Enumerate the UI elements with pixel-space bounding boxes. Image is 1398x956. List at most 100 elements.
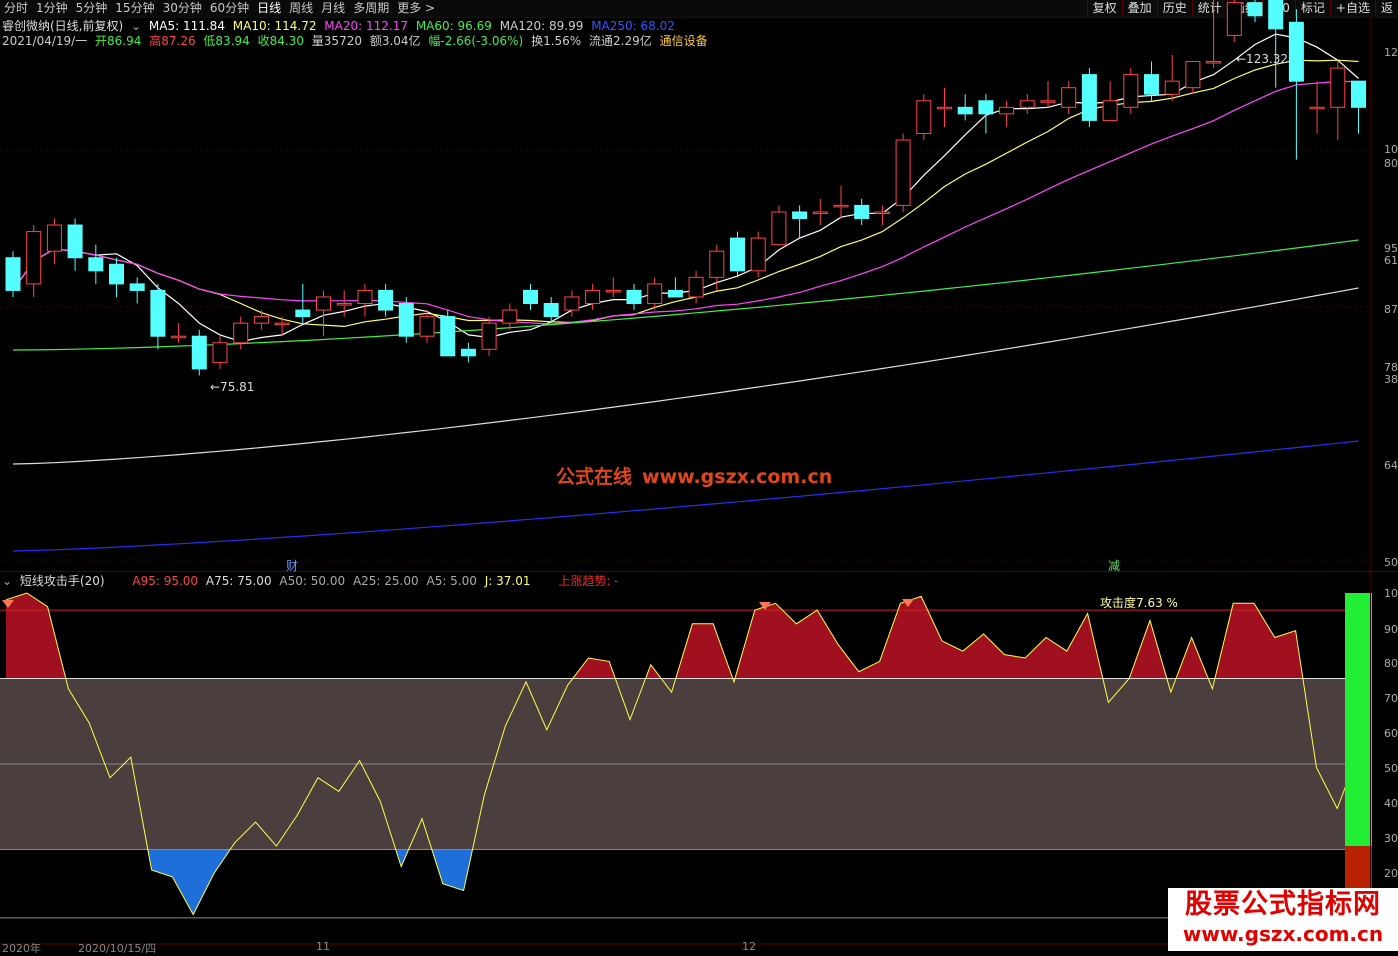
candle-up: [1206, 61, 1222, 64]
candle-down: [1144, 74, 1159, 95]
watermark: 公式在线 www.gszx.com.cn: [556, 466, 833, 488]
price-tick: 12: [1384, 46, 1398, 59]
high-price-label: ←123.32: [1236, 52, 1289, 66]
candle-down: [1081, 74, 1097, 121]
candle-down: [626, 289, 642, 305]
candle-down: [1288, 21, 1304, 82]
ma250-line: [12, 440, 1359, 552]
candle-up: [316, 296, 331, 311]
candle-up: [937, 106, 952, 110]
indicator-tick: 90: [1384, 623, 1398, 636]
candle-up: [171, 335, 187, 339]
indicator-tick: 50: [1384, 762, 1398, 775]
indicator-a25: A25: 25.00: [352, 574, 419, 588]
candle-up: [1123, 74, 1139, 108]
site-brand-logo: 股票公式指标网 www.gszx.com.cn: [1168, 888, 1398, 951]
candle-up: [812, 211, 828, 214]
candle-up: [916, 100, 932, 134]
candle-up: [833, 204, 849, 208]
indicator-j: J: 37.01: [484, 574, 531, 588]
indicator-tick: 10: [1384, 587, 1398, 600]
price-tick: 38: [1384, 373, 1398, 386]
candle-up: [1019, 100, 1035, 108]
attack-degree-label: 攻击度7.63 %: [1100, 596, 1178, 610]
candle-down: [460, 348, 476, 357]
candle-up: [1330, 67, 1346, 108]
price-tick: 64: [1384, 459, 1398, 472]
candle-up: [1164, 80, 1180, 95]
candle-up: [1040, 100, 1056, 103]
candle-up: [999, 106, 1015, 115]
candle-down: [150, 289, 166, 337]
attack-bar-green: [1345, 593, 1372, 847]
candle-down: [957, 106, 973, 115]
indicator-header: ⌄ 短线攻击手(20) A95: 95.00 A75: 75.00 A50: 5…: [2, 574, 623, 589]
candle-down: [792, 211, 808, 220]
candle-down: [295, 309, 311, 318]
candle-down: [1268, 0, 1284, 30]
candle-up: [750, 237, 766, 272]
candle-up: [709, 250, 725, 278]
candle-up: [1185, 61, 1201, 89]
candle-down: [440, 316, 456, 357]
candle-down: [978, 100, 994, 115]
candle-up: [502, 309, 518, 324]
candle-up: [481, 322, 497, 350]
indicator-name[interactable]: 短线攻击手(20): [20, 574, 105, 588]
indicator-a5: A5: 5.00: [426, 574, 477, 588]
candle-down: [398, 303, 414, 337]
price-tick: 87: [1384, 303, 1398, 316]
candle-down: [667, 289, 683, 298]
candle-down: [67, 224, 83, 259]
candle-down: [109, 263, 124, 285]
candle-up: [253, 316, 269, 324]
date-label: 11: [316, 940, 330, 953]
indicator-trend: 上涨趋势: -: [558, 574, 619, 588]
candle-up: [564, 296, 580, 311]
indicator-tick: 60: [1384, 727, 1398, 740]
candle-up: [605, 289, 621, 293]
candle-up: [212, 342, 228, 363]
candle-up: [688, 276, 704, 298]
date-label: 12: [742, 940, 756, 953]
candle-up: [1102, 100, 1118, 121]
candle-up: [585, 289, 601, 305]
candle-down: [854, 204, 870, 219]
candle-down: [1247, 2, 1263, 17]
candle-down: [730, 237, 745, 272]
indicator-tick: 40: [1384, 797, 1398, 810]
candle-down: [543, 303, 559, 318]
candle-up: [1309, 106, 1325, 110]
indicator-a75: A75: 75.00: [205, 574, 272, 588]
ma60-line: [12, 239, 1359, 351]
indicator-a95: A95: 95.00: [132, 574, 199, 588]
date-label: 2020/10/15/四: [78, 942, 157, 955]
candle-up: [1226, 2, 1242, 36]
candle-up: [357, 289, 373, 305]
candle-up: [26, 231, 42, 285]
financial-report-marker[interactable]: 财: [286, 557, 298, 574]
indicator-tick: 30: [1384, 832, 1398, 845]
reduction-marker[interactable]: 减: [1108, 557, 1120, 574]
oversold-zone-fill: [6, 849, 1358, 915]
candle-down: [88, 257, 104, 272]
candle-up: [336, 303, 352, 306]
panel-separator: [0, 571, 1398, 572]
indicator-a50: A50: 50.00: [279, 574, 346, 588]
indicator-tick: 70: [1384, 692, 1398, 705]
candle-up: [771, 211, 787, 246]
price-tick: 61: [1384, 254, 1398, 267]
candle-down: [191, 335, 207, 370]
indicator-tick: 80: [1384, 657, 1398, 670]
candle-up: [895, 139, 911, 206]
candle-up: [1061, 87, 1077, 108]
price-tick: 50: [1384, 556, 1398, 569]
indicator-tick: 20: [1384, 867, 1398, 880]
candle-down: [1351, 80, 1366, 108]
price-tick: 10: [1384, 143, 1398, 156]
candle-down: [378, 289, 394, 311]
ma120-line: [12, 287, 1359, 465]
candle-down: [129, 283, 145, 291]
chevron-down-icon[interactable]: ⌄: [2, 574, 12, 588]
ma10-line: [12, 59, 1359, 328]
